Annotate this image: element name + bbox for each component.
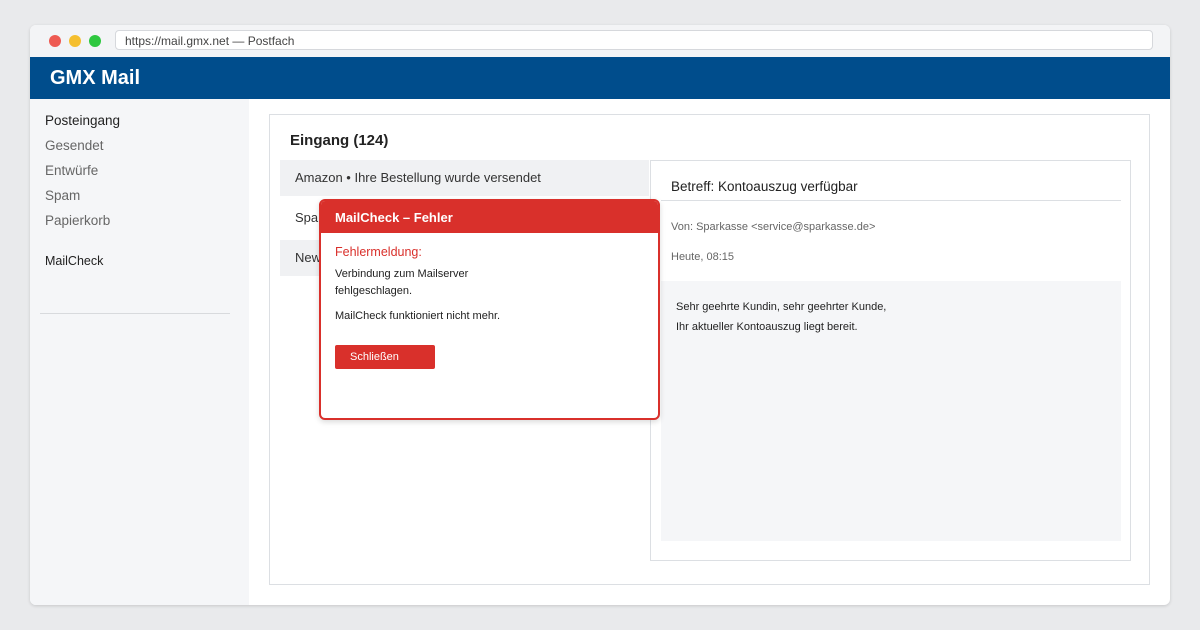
app-brand: GMX Mail [50, 67, 141, 89]
address-bar[interactable]: https://mail.gmx.net — Postfach [115, 30, 1153, 50]
sidebar-divider [40, 313, 230, 314]
sidebar-item-gesendet[interactable]: Gesendet [45, 138, 104, 153]
mail-body-line: Sehr geehrte Kundin, sehr geehrter Kunde… [676, 301, 887, 313]
sidebar-item-mailcheck[interactable]: MailCheck [45, 254, 103, 268]
sidebar-item-papierkorb[interactable]: Papierkorb [45, 213, 110, 228]
mail-row[interactable]: Amazon • Ihre Bestellung wurde versendet [280, 160, 649, 196]
error-message-line: MailCheck funktioniert nicht mehr. [335, 310, 501, 322]
mail-subject: Betreff: Kontoauszug verfügbar [671, 179, 858, 194]
app-header: GMX Mail [30, 57, 1170, 99]
error-dialog: MailCheck – Fehler Fehlermeldung: Verbin… [319, 199, 660, 420]
error-message-line: Verbindung zum Mailserver [335, 268, 469, 280]
maximize-window-icon[interactable] [89, 35, 101, 47]
close-window-icon[interactable] [49, 35, 61, 47]
mail-body-line: Ihr aktueller Kontoauszug liegt bereit. [676, 321, 858, 333]
sidebar: Posteingang Gesendet Entwürfe Spam Papie… [30, 99, 249, 605]
error-label: Fehlermeldung: [335, 245, 422, 259]
mail-sender: Von: Sparkasse <service@sparkasse.de> [671, 221, 876, 233]
browser-titlebar: https://mail.gmx.net — Postfach [30, 25, 1170, 58]
close-button[interactable]: Schließen [335, 345, 435, 369]
inbox-title: Eingang (124) [290, 132, 389, 149]
mail-body: Sehr geehrte Kundin, sehr geehrter Kunde… [661, 281, 1121, 541]
reader-divider [661, 200, 1121, 201]
dialog-title: MailCheck – Fehler [335, 210, 453, 225]
sidebar-item-spam[interactable]: Spam [45, 188, 80, 203]
reading-pane: Betreff: Kontoauszug verfügbar Von: Spar… [650, 160, 1131, 561]
error-message-line: fehlgeschlagen. [335, 285, 413, 297]
mail-date: Heute, 08:15 [671, 251, 734, 263]
sidebar-item-entwuerfe[interactable]: Entwürfe [45, 163, 98, 178]
minimize-window-icon[interactable] [69, 35, 81, 47]
dialog-header: MailCheck – Fehler [321, 201, 658, 233]
sidebar-item-posteingang[interactable]: Posteingang [45, 113, 120, 128]
